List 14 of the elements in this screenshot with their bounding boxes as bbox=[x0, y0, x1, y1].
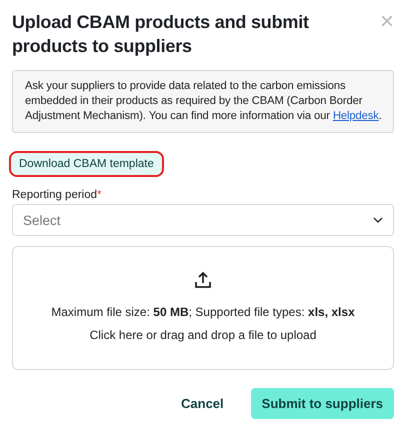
helpdesk-link[interactable]: Helpdesk bbox=[332, 110, 379, 122]
file-upload-area[interactable]: Maximum file size: 50 MB; Supported file types: xls, xlsx Click here or drag and drop a file to upload bbox=[12, 246, 394, 370]
required-mark: * bbox=[97, 189, 102, 201]
field-label: Reporting period bbox=[12, 189, 98, 201]
dialog-title: Upload CBAM products and submit products to suppliers bbox=[12, 11, 310, 58]
reporting-period-select[interactable]: Select bbox=[12, 204, 394, 236]
cancel-button[interactable]: Cancel bbox=[170, 388, 235, 419]
info-message: Ask your suppliers to provide data related to the carbon emissions embedded in their products as required by the CBAM (Carbon Border Adjustment Mechanism). You can find more information via our Helpdesk. bbox=[12, 70, 394, 133]
download-template-button[interactable]: Download CBAM template bbox=[9, 151, 164, 177]
submit-button[interactable]: Submit to suppliers bbox=[250, 388, 394, 419]
upload-icon bbox=[194, 271, 212, 289]
chevron-down-icon bbox=[373, 217, 383, 223]
upload-hint: Click here or drag and drop a file to upload bbox=[90, 328, 316, 342]
file-limits-text: Maximum file size: 50 MB; Supported file types: xls, xlsx bbox=[51, 305, 355, 319]
